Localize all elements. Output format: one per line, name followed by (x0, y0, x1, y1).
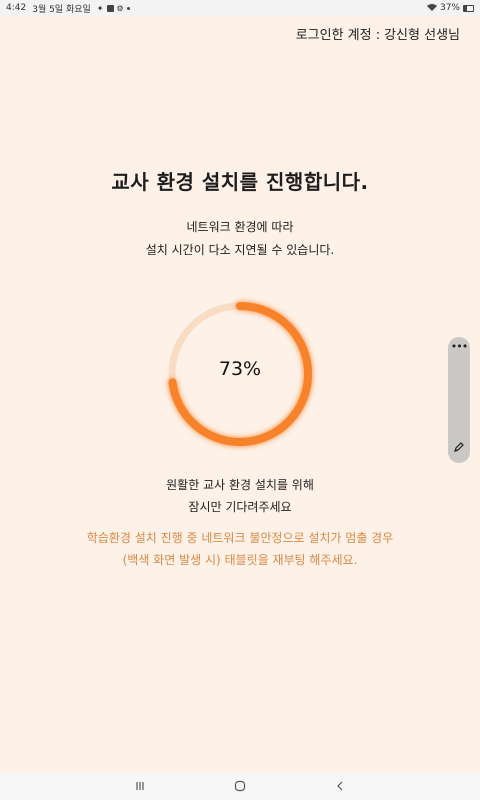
status-left: 4:42 3월 5일 화요일 ✦ ⚙ (6, 2, 130, 15)
back-icon (337, 781, 343, 791)
status-right: 37% (426, 3, 474, 14)
battery-percent: 37% (439, 3, 460, 13)
login-label: 로그인한 계정 : (295, 28, 381, 43)
wifi-icon (426, 3, 437, 14)
status-time: 4:42 (6, 3, 27, 13)
wait-line-2: 잠시만 기다려주세요 (188, 500, 292, 514)
recent-apps-button[interactable] (130, 776, 150, 796)
edit-pen-icon[interactable] (453, 438, 465, 457)
screen: 4:42 3월 5일 화요일 ✦ ⚙ 37% 로그인한 계정 : 강신형 선생님… (0, 0, 480, 800)
status-bar: 4:42 3월 5일 화요일 ✦ ⚙ 37% (0, 0, 480, 16)
progress-ring: 73% (160, 294, 320, 454)
settings-icon: ⚙ (116, 3, 124, 13)
notification-icon: ✦ (96, 3, 104, 13)
login-user: 강신형 선생님 (384, 28, 460, 43)
side-panel-handle[interactable]: ••• (448, 337, 470, 463)
subtitle-line-1: 네트워크 환경에 따라 (186, 220, 294, 234)
subtitle-line-2: 설치 시간이 다소 지연될 수 있습니다. (145, 243, 335, 257)
back-button[interactable] (330, 776, 350, 796)
page-title: 교사 환경 설치를 진행합니다. (111, 170, 369, 194)
warning-line-2: (백색 화면 발생 시) 태블릿을 재부팅 해주세요. (122, 553, 358, 567)
login-info: 로그인한 계정 : 강신형 선생님 (296, 24, 460, 43)
more-notifications-icon (126, 6, 130, 10)
progress-percent: 73% (218, 358, 262, 380)
battery-icon (463, 4, 474, 12)
subtitle: 네트워크 환경에 따라 설치 시간이 다소 지연될 수 있습니다. (0, 216, 480, 262)
home-button[interactable] (230, 776, 250, 796)
warning-message: 학습환경 설치 진행 중 네트워크 불안정으로 설치가 멈출 경우 (백색 화면… (0, 527, 480, 571)
recent-apps-icon (136, 782, 144, 790)
wait-line-1: 원활한 교사 환경 설치를 위해 (166, 478, 314, 492)
status-notification-icons: ✦ ⚙ (97, 4, 130, 13)
wait-message: 원활한 교사 환경 설치를 위해 잠시만 기다려주세요 (0, 474, 480, 518)
home-icon (234, 780, 246, 792)
gallery-icon (106, 4, 114, 12)
navigation-bar (0, 772, 480, 800)
status-date: 3월 5일 화요일 (32, 4, 91, 15)
more-dots-icon[interactable]: ••• (451, 341, 468, 352)
warning-line-1: 학습환경 설치 진행 중 네트워크 불안정으로 설치가 멈출 경우 (86, 531, 394, 545)
